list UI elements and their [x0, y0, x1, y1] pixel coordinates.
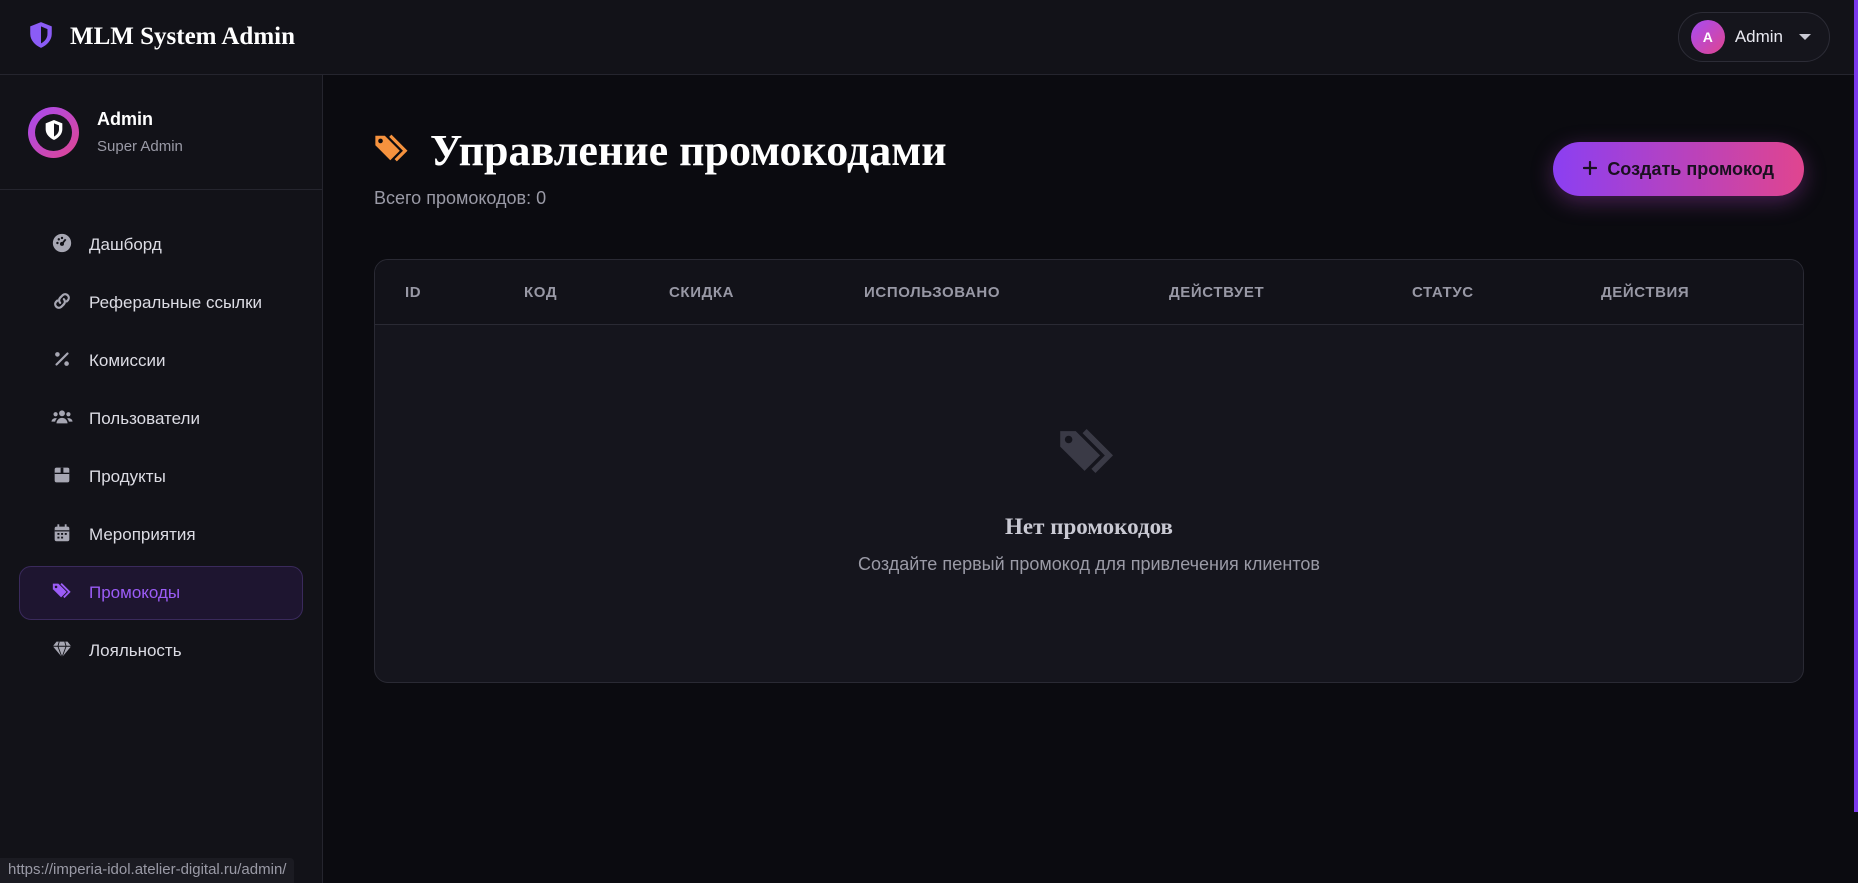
- top-bar: MLM System Admin A Admin: [0, 0, 1854, 75]
- sidebar-item-dashboard[interactable]: Дашборд: [19, 218, 303, 272]
- tags-icon: [51, 580, 73, 607]
- sidebar-profile: Admin Super Admin: [0, 75, 322, 190]
- app-title: MLM System Admin: [70, 23, 295, 50]
- plus-icon: [1583, 159, 1598, 180]
- promocodes-count: Всего промокодов: 0: [374, 188, 547, 208]
- calendar-icon: [51, 522, 73, 549]
- sidebar-item-label: Комиссии: [89, 351, 166, 370]
- sidebar-item-label: Дашборд: [89, 235, 162, 254]
- sidebar-item-users[interactable]: Пользователи: [19, 392, 303, 446]
- empty-state-text: Создайте первый промокод для привлечения…: [858, 554, 1320, 574]
- table-header: ID КОД СКИДКА ИСПОЛЬЗОВАНО ДЕЙСТВУЕТ СТА…: [375, 260, 1803, 325]
- column-header-valid[interactable]: ДЕЙСТВУЕТ: [1169, 284, 1264, 301]
- profile-role: Super Admin: [97, 138, 183, 155]
- user-menu[interactable]: A Admin: [1677, 12, 1830, 62]
- page-title: Управление промокодами: [430, 126, 947, 175]
- shield-icon: [28, 21, 54, 54]
- column-header-used[interactable]: ИСПОЛЬЗОВАНО: [864, 284, 1000, 301]
- empty-state: Нет промокодов Создайте первый промокод …: [375, 325, 1803, 575]
- sidebar-item-label: Мероприятия: [89, 525, 196, 544]
- column-header-code[interactable]: КОД: [524, 284, 557, 301]
- shield-icon: [44, 119, 64, 146]
- gem-icon: [51, 638, 73, 665]
- sidebar-item-label: Промокоды: [89, 583, 181, 602]
- sidebar-item-products[interactable]: Продукты: [19, 450, 303, 504]
- sidebar-item-promocodes[interactable]: Промокоды: [19, 566, 303, 620]
- create-button-label: Создать промокод: [1607, 158, 1774, 179]
- column-header-discount[interactable]: СКИДКА: [669, 284, 734, 301]
- sidebar-item-label: Продукты: [89, 467, 166, 486]
- users-icon: [51, 406, 73, 433]
- column-header-actions[interactable]: ДЕЙСТВИЯ: [1601, 284, 1689, 301]
- sidebar-nav: Дашборд Реферальные ссылки Комиссии Поль…: [0, 190, 322, 678]
- create-promocode-button[interactable]: Создать промокод: [1553, 142, 1804, 196]
- main-content: Управление промокодами Всего промокодов:…: [374, 75, 1804, 683]
- tags-icon: [374, 131, 412, 170]
- sidebar-item-label: Лояльность: [89, 641, 182, 660]
- link-icon: [51, 290, 73, 317]
- column-header-status[interactable]: СТАТУС: [1412, 284, 1474, 301]
- status-bar-url: https://imperia-idol.atelier-digital.ru/…: [0, 858, 295, 883]
- chevron-down-icon: [1799, 34, 1811, 40]
- sidebar-item-label: Реферальные ссылки: [89, 293, 263, 312]
- avatar: A: [1690, 20, 1725, 54]
- sidebar-item-events[interactable]: Мероприятия: [19, 508, 303, 562]
- avatar: [28, 106, 79, 158]
- scrollbar[interactable]: [1854, 0, 1858, 812]
- dashboard-icon: [51, 232, 73, 259]
- box-icon: [51, 464, 73, 491]
- sidebar-item-referral-links[interactable]: Реферальные ссылки: [19, 276, 303, 330]
- percent-icon: [51, 348, 73, 375]
- page-header: Управление промокодами Всего промокодов:…: [374, 75, 1804, 209]
- column-header-id[interactable]: ID: [405, 284, 421, 301]
- user-name: Admin: [1734, 27, 1783, 46]
- sidebar-item-loyalty[interactable]: Лояльность: [19, 624, 303, 678]
- sidebar-item-commissions[interactable]: Комиссии: [19, 334, 303, 388]
- sidebar: Admin Super Admin Дашборд Реферальные сс…: [0, 75, 323, 883]
- profile-name: Admin: [97, 109, 153, 129]
- tags-icon: [1058, 423, 1120, 484]
- sidebar-item-label: Пользователи: [89, 409, 200, 428]
- brand[interactable]: MLM System Admin: [28, 21, 295, 54]
- empty-state-title: Нет промокодов: [1005, 514, 1173, 539]
- promocodes-table: ID КОД СКИДКА ИСПОЛЬЗОВАНО ДЕЙСТВУЕТ СТА…: [374, 259, 1804, 683]
